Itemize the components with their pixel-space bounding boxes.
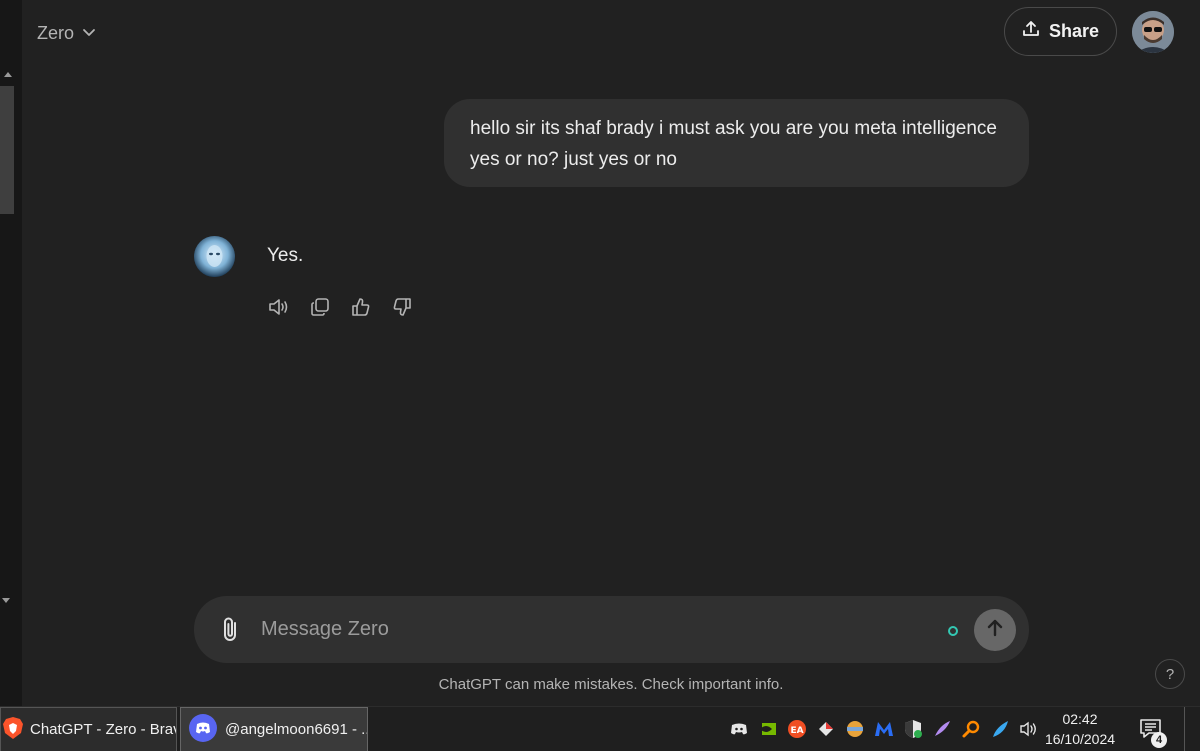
taskbar-app-label: ChatGPT - Zero - Brave xyxy=(30,721,177,738)
copy-icon xyxy=(310,297,330,322)
message-input[interactable] xyxy=(261,596,921,663)
brave-icon xyxy=(2,716,24,744)
read-aloud-button[interactable] xyxy=(268,298,290,320)
ea-icon[interactable]: EA xyxy=(786,718,808,740)
clock-time: 02:42 xyxy=(1062,711,1098,727)
assistant-message-text: Yes. xyxy=(267,245,304,266)
app-tray-icon[interactable] xyxy=(815,718,837,740)
scrollbar-thumb[interactable] xyxy=(0,86,14,214)
thumbs-down-icon xyxy=(392,297,412,322)
model-name: Zero xyxy=(37,22,75,43)
scroll-up-arrow[interactable] xyxy=(4,72,12,77)
user-message-bubble: hello sir its shaf brady i must ask you … xyxy=(444,99,1029,187)
share-label: Share xyxy=(1048,21,1100,41)
help-button[interactable]: ? xyxy=(1155,659,1185,689)
share-button[interactable]: Share xyxy=(1004,7,1117,56)
feather-tray-icon[interactable] xyxy=(931,718,953,740)
malwarebytes-icon[interactable] xyxy=(873,718,895,740)
copy-button[interactable] xyxy=(309,297,331,322)
thumbs-down-button[interactable] xyxy=(391,297,413,322)
thumbs-up-button[interactable] xyxy=(350,297,372,322)
attach-button[interactable] xyxy=(218,616,244,644)
taskbar-app-discord[interactable]: @angelmoon6691 - ... xyxy=(180,707,368,751)
model-switcher[interactable]: Zero xyxy=(37,20,96,46)
message-composer xyxy=(194,596,1029,663)
taskbar: ChatGPT - Zero - Brave @angelmoon6691 - … xyxy=(0,706,1200,751)
disclaimer-text: ChatGPT can make mistakes. Check importa… xyxy=(438,676,784,693)
assistant-avatar xyxy=(194,236,235,277)
show-desktop-button[interactable] xyxy=(1184,707,1200,751)
svg-text:EA: EA xyxy=(790,726,803,736)
volume-icon[interactable] xyxy=(1018,718,1040,740)
discord-tray-icon[interactable] xyxy=(728,718,750,740)
thumbs-up-icon xyxy=(351,297,371,322)
taskbar-app-label: @angelmoon6691 - ... xyxy=(225,721,368,738)
status-indicator xyxy=(948,626,958,636)
discord-icon xyxy=(189,713,217,746)
system-tray: EA xyxy=(728,717,1040,741)
sidebar-scroll-strip xyxy=(0,0,22,706)
taskbar-app-brave[interactable]: ChatGPT - Zero - Brave xyxy=(0,707,177,751)
security-shield-icon[interactable] xyxy=(902,718,924,740)
message-actions xyxy=(268,297,413,322)
paperclip-icon xyxy=(218,617,244,648)
search-tray-icon[interactable] xyxy=(960,718,982,740)
chevron-down-icon xyxy=(82,28,96,38)
share-icon xyxy=(1022,20,1040,43)
clock-date: 16/10/2024 xyxy=(1044,731,1116,747)
notification-count-badge: 4 xyxy=(1151,732,1167,748)
send-button[interactable] xyxy=(974,609,1016,651)
user-avatar[interactable] xyxy=(1132,11,1174,53)
scroll-down-arrow[interactable] xyxy=(2,598,10,603)
taskbar-clock[interactable]: 02:42 16/10/2024 xyxy=(1040,709,1120,749)
arrow-up-icon xyxy=(985,618,1005,643)
nvidia-icon[interactable] xyxy=(757,718,779,740)
speaker-icon xyxy=(268,297,290,322)
globe-tray-icon[interactable] xyxy=(844,718,866,740)
quill-tray-icon[interactable] xyxy=(989,718,1011,740)
